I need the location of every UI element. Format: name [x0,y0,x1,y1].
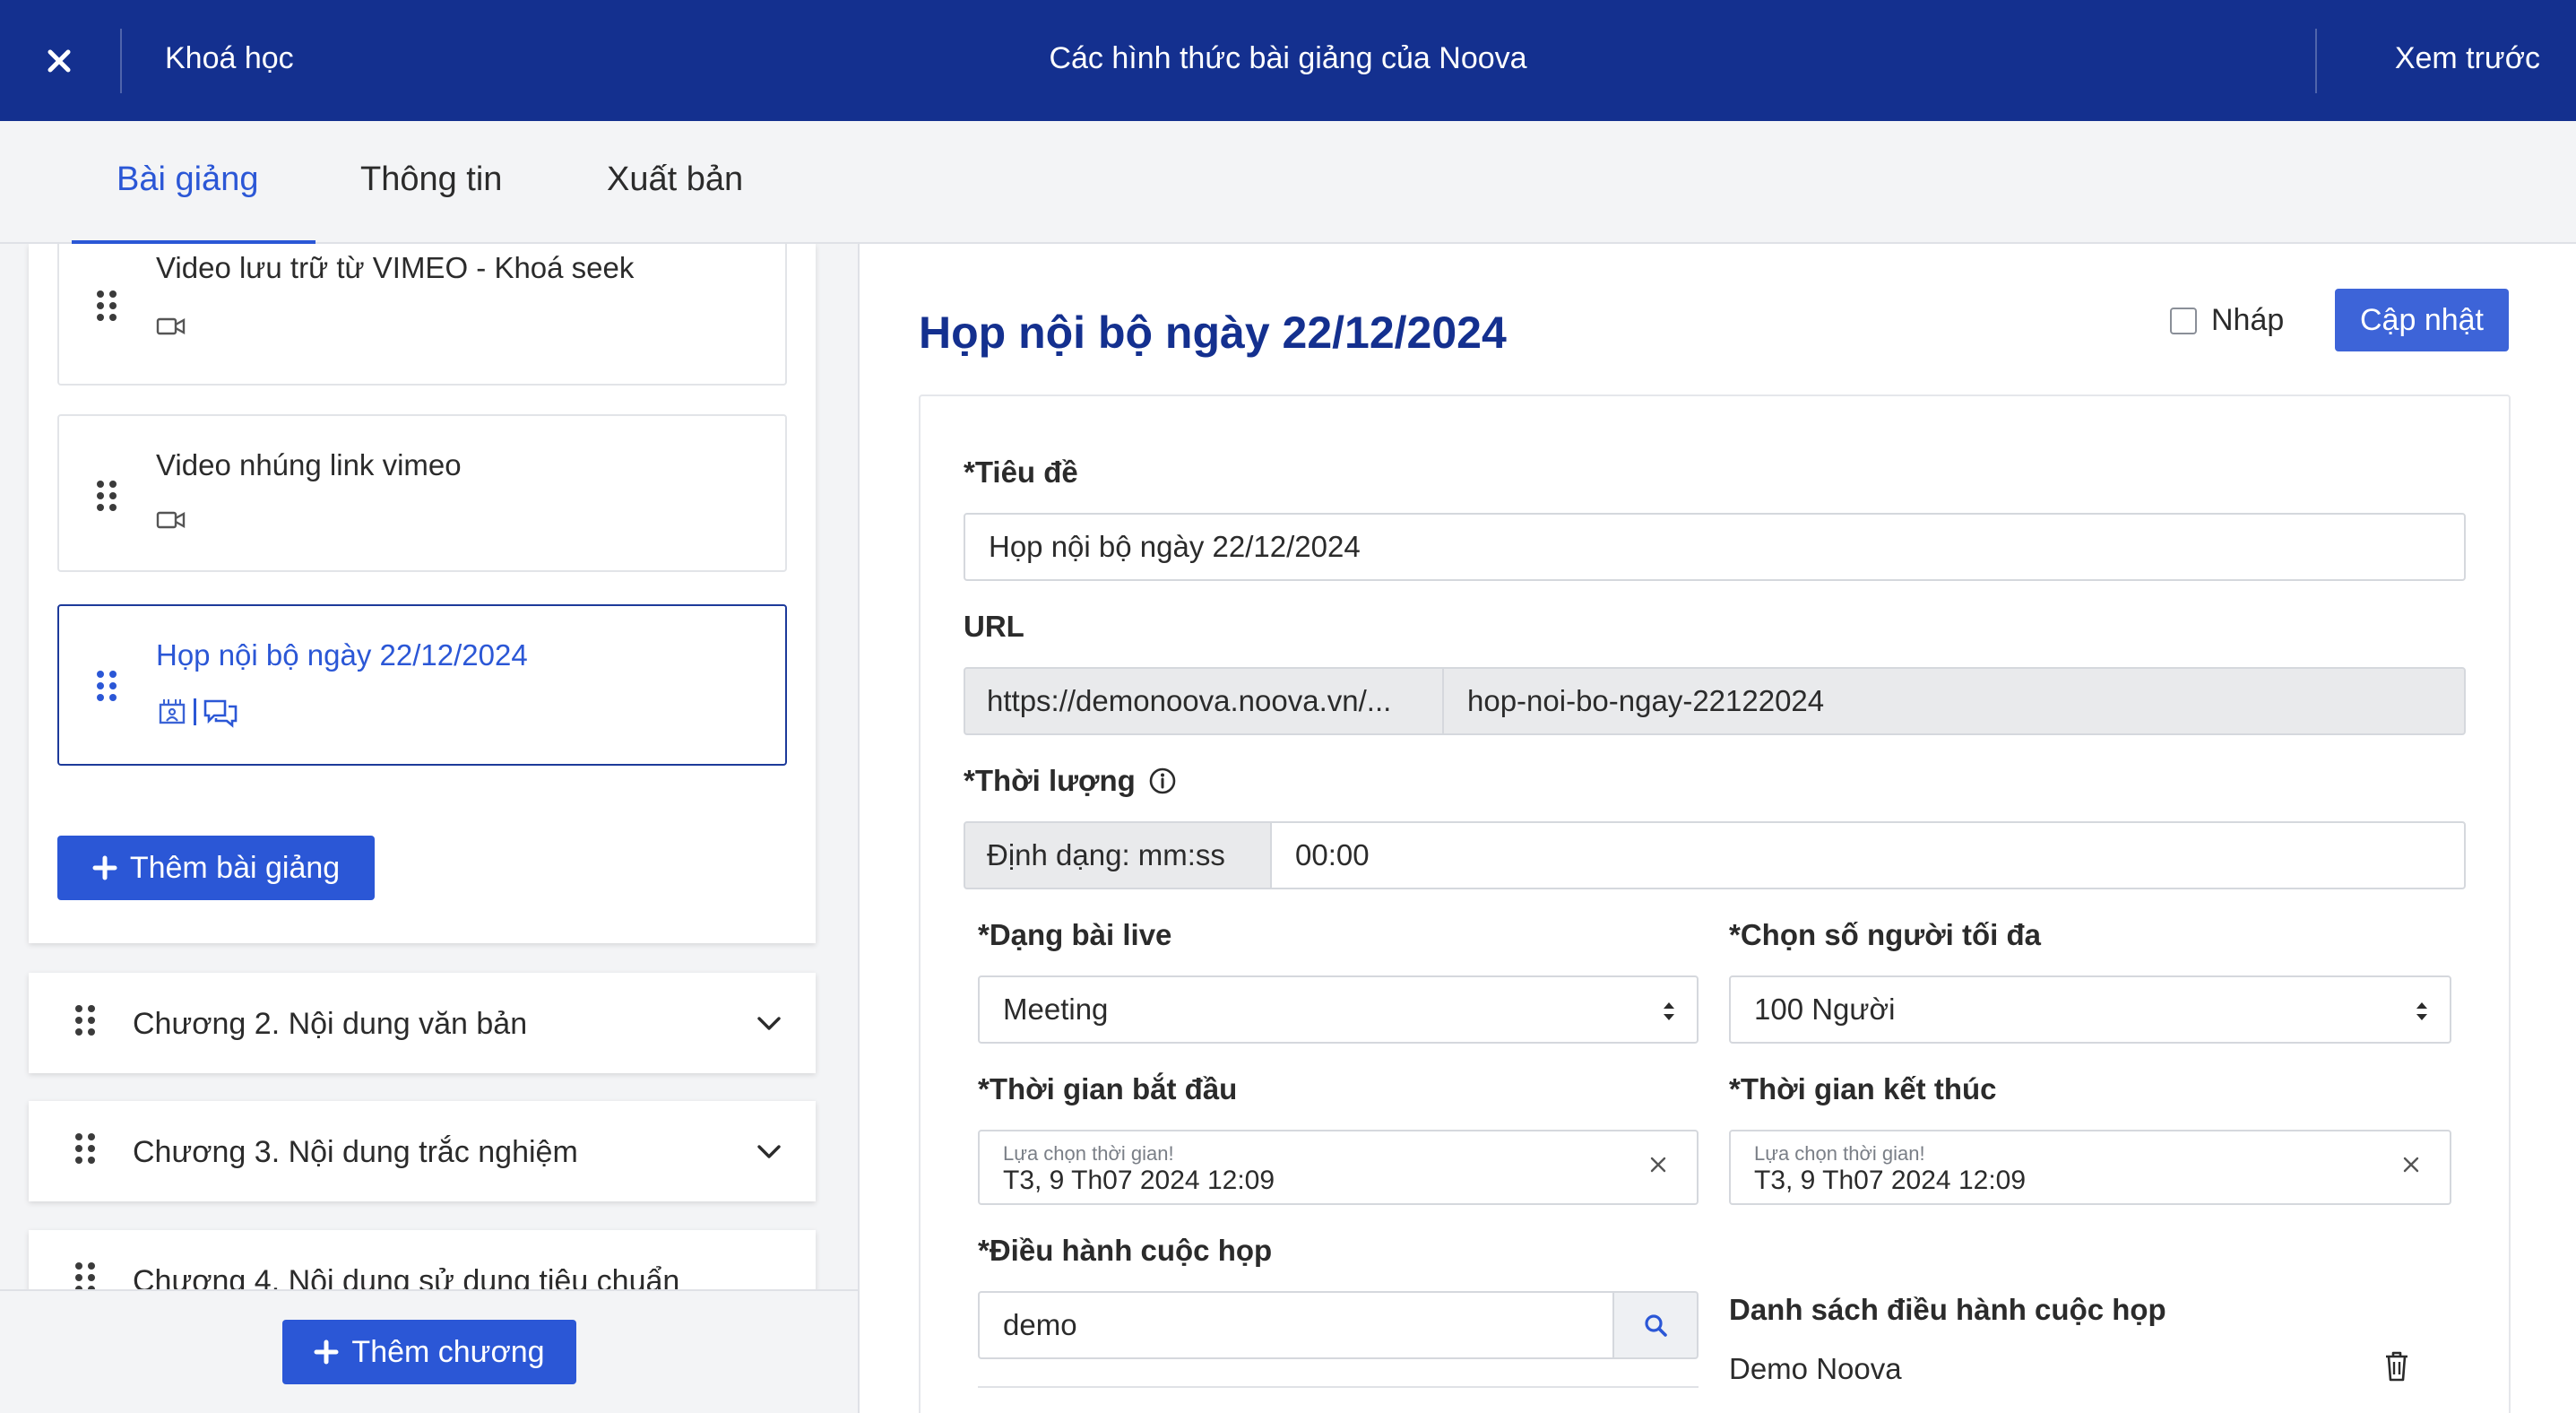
drag-handle-icon[interactable] [75,1262,95,1293]
preview-button[interactable]: Xem trước [2395,41,2540,76]
drag-handle-icon[interactable] [97,671,117,701]
select-arrows-icon [1664,1002,1674,1020]
add-lesson-label: Thêm bài giảng [129,850,341,885]
duration-label-row: *Thời lượng [964,764,1177,798]
end-time-hint: Lựa chọn thời gian! [1754,1142,1925,1165]
url-prefix: https://demonoova.noova.vn/... [964,667,1444,735]
add-chapter-button[interactable]: Thêm chương [282,1320,576,1384]
add-chapter-label: Thêm chương [351,1334,545,1369]
max-people-value: 100 Người [1754,993,1896,1026]
header-divider [120,29,122,93]
end-time-picker[interactable]: Lựa chọn thời gian! T3, 9 Th07 2024 12:0… [1729,1130,2451,1205]
lesson-editor: Họp nội bộ ngày 22/12/2024 Nháp Cập nhật… [860,244,2576,1413]
plus-icon [92,855,117,880]
lesson-item-active[interactable]: Họp nội bộ ngày 22/12/2024 [57,604,787,766]
drag-handle-icon[interactable] [97,290,117,321]
end-time-label: *Thời gian kết thúc [1729,1072,1997,1105]
close-icon[interactable] [36,38,82,84]
draft-checkbox[interactable] [2170,307,2197,334]
host-list-title: Danh sách điều hành cuộc họp [1729,1293,2166,1326]
duration-input[interactable]: 00:00 [1270,821,2466,889]
video-icon [156,511,186,529]
host-search-button[interactable] [1612,1291,1699,1359]
lesson-title-heading: Họp nội bộ ngày 22/12/2024 [919,308,1507,358]
chevron-down-icon[interactable] [755,1009,783,1037]
draft-label: Nháp [2211,303,2285,337]
host-search-input[interactable]: demo [978,1291,1616,1359]
tab-info[interactable]: Thông tin [360,160,502,199]
max-people-label: *Chọn số người tối đa [1729,918,2041,951]
clear-icon[interactable] [1647,1153,1670,1176]
update-button[interactable]: Cập nhật [2335,289,2509,351]
tab-publish[interactable]: Xuất bản [607,160,743,199]
lesson-name: Video nhúng link vimeo [156,448,462,481]
chat-icon [203,699,238,728]
title-input[interactable]: Họp nội bộ ngày 22/12/2024 [964,513,2466,581]
clear-icon[interactable] [2399,1153,2423,1176]
lesson-name: Họp nội bộ ngày 22/12/2024 [156,638,528,672]
lesson-name: Video lưu trữ từ VIMEO - Khoá seek [156,251,635,284]
host-list-item: Demo Noova [1729,1352,1902,1385]
title-label: *Tiêu đề [964,455,1078,489]
back-to-course-link[interactable]: Khoá học [165,41,294,76]
end-time-value: T3, 9 Th07 2024 12:09 [1754,1166,2027,1195]
duration-format-addon: Định dạng: mm:ss [964,821,1272,889]
chapter-card: Video lưu trữ từ VIMEO - Khoá seek Video… [29,244,816,943]
course-title: Các hình thức bài giảng của Noova [1049,41,1527,75]
host-label: *Điều hành cuộc họp [978,1234,1273,1267]
chapter-item[interactable]: Chương 3. Nội dung trắc nghiệm [29,1101,816,1201]
start-time-hint: Lựa chọn thời gian! [1003,1142,1174,1165]
top-header: Khoá học Các hình thức bài giảng của Noo… [0,0,2576,121]
start-time-label: *Thời gian bắt đầu [978,1072,1238,1105]
trash-icon[interactable] [2383,1350,2410,1383]
live-type-value: Meeting [1003,993,1109,1026]
chapter-item[interactable]: Chương 2. Nội dung văn bản [29,973,816,1073]
lesson-item[interactable]: Video nhúng link vimeo [57,414,787,572]
header-divider [2315,29,2317,93]
chapter-name: Chương 2. Nội dung văn bản [133,1007,528,1041]
max-people-select[interactable]: 100 Người [1729,975,2451,1044]
draft-toggle: Nháp [2170,303,2284,338]
icon-separator [194,698,196,725]
start-time-value: T3, 9 Th07 2024 12:09 [1003,1166,1275,1195]
start-time-picker[interactable]: Lựa chọn thời gian! T3, 9 Th07 2024 12:0… [978,1130,1699,1205]
drag-handle-icon[interactable] [97,481,117,511]
info-icon[interactable] [1148,767,1177,795]
chapter-name: Chương 3. Nội dung trắc nghiệm [133,1135,578,1169]
search-icon [1645,1314,1667,1337]
curriculum-sidebar: Video lưu trữ từ VIMEO - Khoá seek Video… [0,244,858,1413]
live-type-label: *Dạng bài live [978,918,1172,951]
live-type-select[interactable]: Meeting [978,975,1699,1044]
lesson-item[interactable]: Video lưu trữ từ VIMEO - Khoá seek [57,244,787,386]
drag-handle-icon[interactable] [75,1005,95,1036]
duration-label: *Thời lượng [964,764,1136,797]
host-divider [978,1386,1699,1388]
select-arrows-icon [2416,1002,2427,1020]
lesson-form: *Tiêu đề Họp nội bộ ngày 22/12/2024 URL … [919,394,2511,1413]
url-slug-input[interactable]: hop-noi-bo-ngay-22122024 [1442,667,2466,735]
add-lesson-button[interactable]: Thêm bài giảng [57,836,375,900]
tab-bar: Bài giảng Thông tin Xuất bản [0,121,2576,244]
drag-handle-icon[interactable] [75,1133,95,1164]
plus-icon [314,1339,339,1365]
video-icon [156,317,186,335]
chevron-down-icon[interactable] [755,1137,783,1166]
url-label: URL [964,610,1024,643]
presentation-icon [159,699,186,724]
tab-lectures[interactable]: Bài giảng [117,160,258,199]
